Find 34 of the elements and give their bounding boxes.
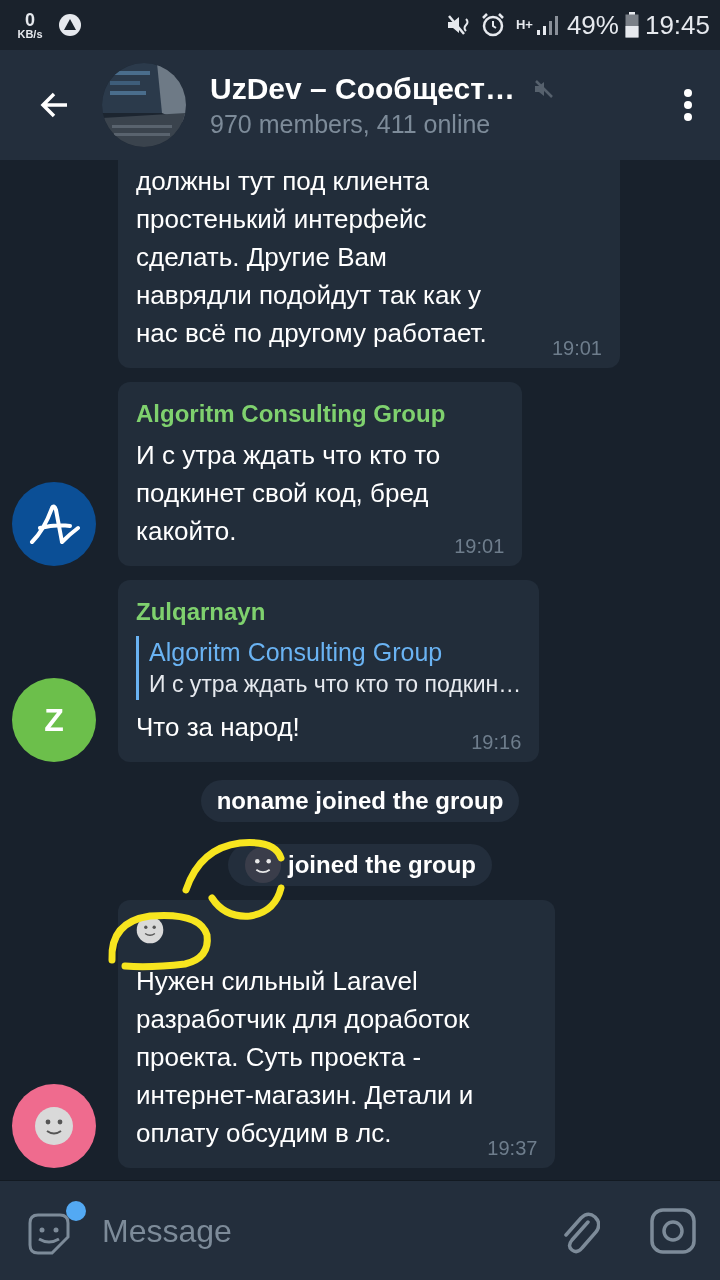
sender-name[interactable]: Zulqarnayn xyxy=(136,594,522,630)
app-notification-icon xyxy=(58,13,82,37)
moon-face-icon xyxy=(136,916,164,944)
battery-percent: 49% xyxy=(566,8,619,42)
camera-icon xyxy=(650,1207,696,1254)
message-text: должны тут под клиента простенький интерфейс сделать. Другие Вам наврядли подойдут так как у нас всё по другому работает. xyxy=(136,165,487,350)
moon-face-icon xyxy=(244,846,282,884)
sender-name[interactable]: Algoritm Consulting Group xyxy=(136,396,505,432)
reply-author: Algoritm Consulting Group xyxy=(149,637,444,668)
reply-quote[interactable]: Algoritm Consulting Group И с утра ждать что кто то подкин… xyxy=(136,636,522,700)
network-type: H+ xyxy=(515,16,533,35)
message-time: 19:01 xyxy=(551,336,602,360)
message-time: 19:37 xyxy=(487,1136,538,1160)
service-message-text: noname joined the group xyxy=(216,786,504,816)
message-time: 19:01 xyxy=(454,534,505,558)
signal-icon xyxy=(534,13,561,37)
message-composer[interactable]: Message xyxy=(0,1180,720,1280)
member-count: 970 members, 411 online xyxy=(210,109,492,140)
message-input[interactable]: Message xyxy=(102,1206,554,1255)
moon-face-icon xyxy=(34,1106,74,1146)
message-text: Нужен сильный Laravel разработчик для доработок проекта. Суть проекта - интернет-магазин. Детали и оплату обсудим в лс. xyxy=(136,965,474,1150)
camera-button[interactable] xyxy=(648,1205,698,1256)
more-icon xyxy=(683,88,693,122)
message-text: Что за народ! xyxy=(136,711,300,744)
reply-text: И с утра ждать что кто то подкин… xyxy=(149,670,522,699)
avatar-letter: Z xyxy=(44,701,64,740)
speed-unit: KB/s xyxy=(17,28,43,40)
chat-title: UzDev – Сообщест… xyxy=(210,71,515,107)
message-text: И с утра ждать что кто то подкинет свой код, бред какойто. xyxy=(136,439,441,548)
speed-value: 0 xyxy=(25,10,35,29)
clock-time: 19:45 xyxy=(644,8,710,42)
message-time: 19:16 xyxy=(471,730,522,754)
battery-icon xyxy=(624,12,639,38)
service-message-text: joined the group xyxy=(288,850,476,880)
